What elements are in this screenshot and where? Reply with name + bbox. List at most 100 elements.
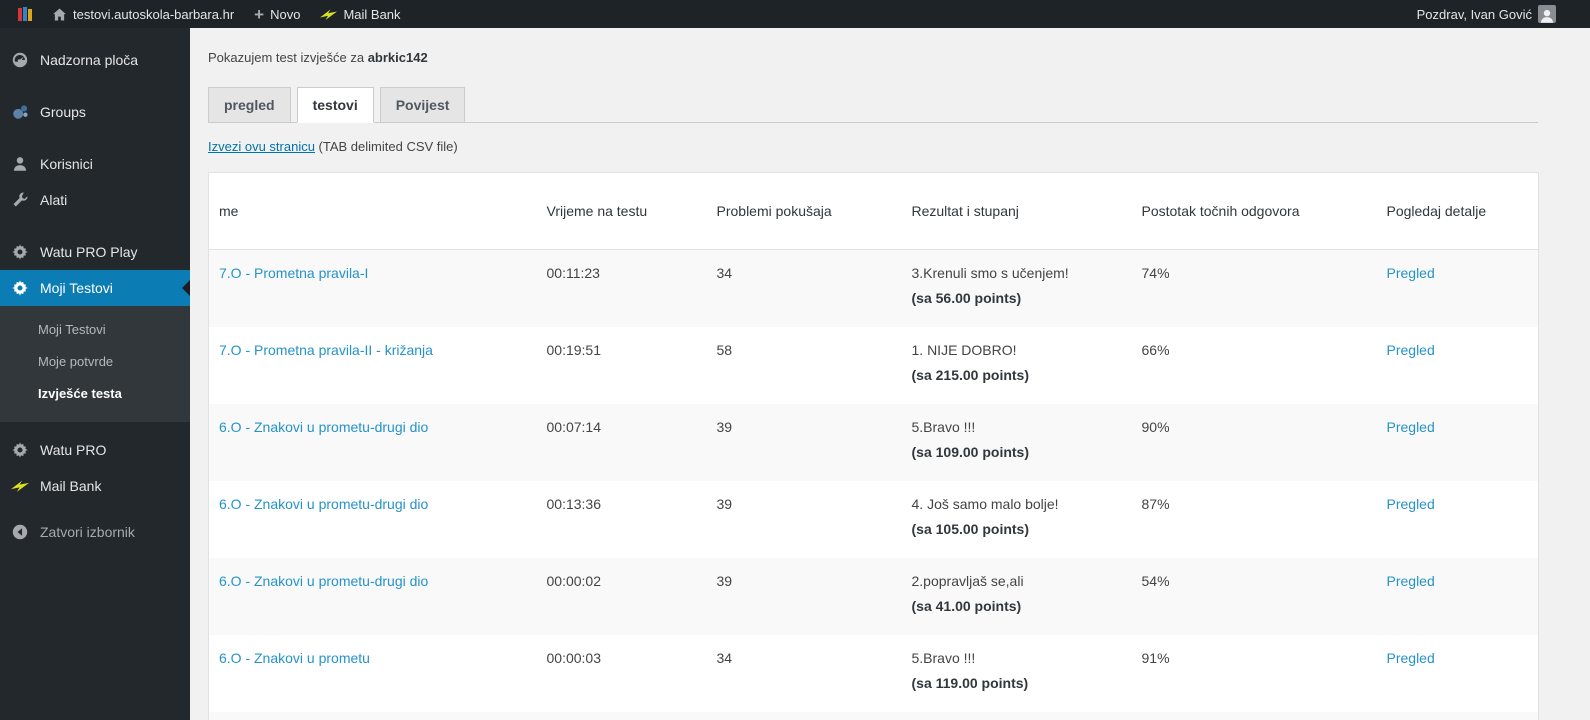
table-row: 7.O - Prometna pravila-II - križanja 00:… bbox=[209, 327, 1539, 404]
col-header-result: Rezultat i stupanj bbox=[901, 172, 1132, 250]
view-details-link[interactable]: Pregled bbox=[1387, 573, 1435, 589]
table-row: 6.O - Znakovi u prometu-drugi dio 00:13:… bbox=[209, 481, 1539, 558]
admin-sidebar: Nadzorna ploča Groups Korisnici Alati Wa… bbox=[0, 28, 190, 720]
sidebar-item-watu-pro[interactable]: Watu PRO bbox=[0, 432, 190, 468]
intro-prefix: Pokazujem test izvješće za bbox=[208, 50, 368, 65]
sidebar-item-label: Watu PRO bbox=[40, 442, 107, 458]
submenu-item-izvjesce-testa[interactable]: Izvješće testa bbox=[0, 378, 190, 410]
test-result: 3.Krenuli smo s učenjem! bbox=[911, 265, 1069, 281]
test-problems: 39 bbox=[716, 418, 733, 435]
mail-bank-menu[interactable]: Mail Bank bbox=[310, 0, 410, 28]
test-name-link[interactable]: 7.O - Prometna pravila-II - križanja bbox=[219, 342, 433, 358]
test-points: (sa 215.00 points) bbox=[911, 366, 1030, 383]
test-percent: 74% bbox=[1141, 265, 1170, 281]
plugin-logo-icon bbox=[18, 7, 32, 21]
view-details-link[interactable]: Pregled bbox=[1387, 419, 1435, 435]
col-header-percent: Postotak točnih odgovora bbox=[1131, 172, 1377, 250]
tab-povijest[interactable]: Povijest bbox=[379, 87, 466, 123]
table-row: 6.O - Znakovi u prometu 00:00:05 34 2.po… bbox=[208, 711, 1539, 720]
sidebar-item-label: Alati bbox=[40, 192, 68, 208]
test-problems: 58 bbox=[716, 341, 733, 358]
dashboard-icon bbox=[10, 50, 30, 70]
test-result: 5.Bravo !!! bbox=[911, 418, 976, 435]
col-header-time: Vrijeme na testu bbox=[536, 172, 707, 250]
report-tabs: pregled testovi Povijest bbox=[208, 87, 1538, 123]
test-time: 00:19:51 bbox=[546, 341, 602, 358]
test-percent: 91% bbox=[1141, 649, 1170, 666]
table-row: 6.O - Znakovi u prometu 00:00:03 34 5.Br… bbox=[209, 635, 1539, 712]
table-row: 6.O - Znakovi u prometu-drugi dio 00:07:… bbox=[208, 403, 1539, 481]
sidebar-item-groups[interactable]: Groups bbox=[0, 94, 190, 130]
export-page-link[interactable]: Izvezi ovu stranicu bbox=[208, 139, 315, 154]
sidebar-item-moji-testovi[interactable]: Moji Testovi bbox=[0, 270, 190, 306]
col-header-problems: Problemi pokušaja bbox=[706, 172, 902, 250]
sidebar-item-collapse-menu[interactable]: Zatvori izbornik bbox=[0, 514, 190, 550]
home-icon bbox=[52, 7, 67, 22]
mail-arrow-icon bbox=[320, 8, 338, 21]
submenu-item-moje-potvrde[interactable]: Moje potvrde bbox=[0, 346, 190, 378]
test-points: (sa 109.00 points) bbox=[911, 443, 1030, 460]
test-points: (sa 105.00 points) bbox=[911, 520, 1030, 537]
test-percent: 66% bbox=[1141, 341, 1170, 358]
test-time: 00:13:36 bbox=[546, 495, 602, 512]
export-note: (TAB delimited CSV file) bbox=[314, 139, 458, 154]
export-line: Izvezi ovu stranicu (TAB delimited CSV f… bbox=[208, 139, 1538, 154]
tab-pregled[interactable]: pregled bbox=[208, 87, 291, 123]
sidebar-item-watu-pro-play[interactable]: Watu PRO Play bbox=[0, 234, 190, 270]
table-header-row: me Vrijeme na testu Problemi pokušaja Re… bbox=[208, 172, 1539, 250]
test-time: 00:07:14 bbox=[546, 418, 602, 435]
sidebar-item-label: Nadzorna ploča bbox=[40, 52, 139, 68]
gear-icon bbox=[10, 440, 30, 460]
test-result: 5.Bravo !!! bbox=[911, 649, 976, 666]
col-header-details: Pogledaj detalje bbox=[1376, 172, 1539, 250]
test-problems: 34 bbox=[716, 649, 733, 666]
test-report-table: me Vrijeme na testu Problemi pokušaja Re… bbox=[208, 172, 1539, 720]
submenu-item-moji-testovi[interactable]: Moji Testovi bbox=[0, 314, 190, 346]
test-time: 00:00:02 bbox=[546, 572, 602, 589]
sidebar-item-label: Moji Testovi bbox=[40, 280, 113, 296]
new-content-menu[interactable]: + Novo bbox=[244, 0, 310, 28]
sidebar-item-tools[interactable]: Alati bbox=[0, 182, 190, 218]
test-points: (sa 119.00 points) bbox=[911, 674, 1029, 691]
sidebar-item-mail-bank[interactable]: Mail Bank bbox=[0, 468, 190, 504]
sidebar-item-dashboard[interactable]: Nadzorna ploča bbox=[0, 42, 190, 78]
new-label: Novo bbox=[270, 6, 301, 22]
site-link[interactable]: testovi.autoskola-barbara.hr bbox=[42, 0, 244, 28]
test-name-link[interactable]: 6.O - Znakovi u prometu-drugi dio bbox=[219, 496, 428, 512]
admin-bar: testovi.autoskola-barbara.hr + Novo Mail… bbox=[0, 0, 1590, 28]
test-name-link[interactable]: 6.O - Znakovi u prometu-drugi dio bbox=[219, 573, 428, 589]
wp-logo-menu[interactable] bbox=[8, 0, 42, 28]
tab-testovi[interactable]: testovi bbox=[296, 87, 374, 123]
view-details-link[interactable]: Pregled bbox=[1387, 265, 1435, 281]
sidebar-item-users[interactable]: Korisnici bbox=[0, 146, 190, 182]
view-details-link[interactable]: Pregled bbox=[1387, 650, 1435, 666]
test-result: 2.popravljaš se,ali bbox=[911, 572, 1024, 589]
test-percent: 87% bbox=[1141, 495, 1170, 512]
collapse-icon bbox=[10, 522, 30, 542]
test-percent: 90% bbox=[1141, 418, 1170, 435]
report-intro: Pokazujem test izvješće za abrkic142 bbox=[208, 50, 1538, 65]
test-name-link[interactable]: 6.O - Znakovi u prometu-drugi dio bbox=[219, 419, 428, 435]
sidebar-item-label: Groups bbox=[40, 104, 86, 120]
sidebar-item-label: Mail Bank bbox=[40, 478, 102, 494]
test-problems: 39 bbox=[716, 572, 733, 589]
sidebar-item-label: Zatvori izbornik bbox=[40, 524, 135, 540]
sidebar-item-label: Watu PRO Play bbox=[40, 244, 138, 260]
test-time: 00:00:03 bbox=[546, 649, 602, 666]
col-header-name: me bbox=[208, 172, 537, 250]
test-problems: 34 bbox=[716, 265, 733, 281]
view-details-link[interactable]: Pregled bbox=[1387, 496, 1435, 512]
active-menu-arrow bbox=[182, 280, 190, 296]
test-points: (sa 56.00 points) bbox=[911, 290, 1022, 306]
gear-icon bbox=[10, 278, 30, 298]
mail-bank-label: Mail Bank bbox=[343, 6, 401, 22]
moji-testovi-submenu: Moji Testovi Moje potvrde Izvješće testa bbox=[0, 306, 190, 422]
test-name-link[interactable]: 6.O - Znakovi u prometu bbox=[219, 650, 370, 666]
my-account-menu[interactable]: Pozdrav, Ivan Gović bbox=[1407, 0, 1566, 28]
test-name-link[interactable]: 7.O - Prometna pravila-I bbox=[219, 265, 368, 281]
mail-arrow-icon bbox=[10, 476, 30, 496]
view-details-link[interactable]: Pregled bbox=[1387, 342, 1435, 358]
plus-icon: + bbox=[254, 4, 265, 24]
main-content: Pokazujem test izvješće za abrkic142 pre… bbox=[190, 0, 1590, 720]
test-points: (sa 41.00 points) bbox=[911, 597, 1022, 614]
